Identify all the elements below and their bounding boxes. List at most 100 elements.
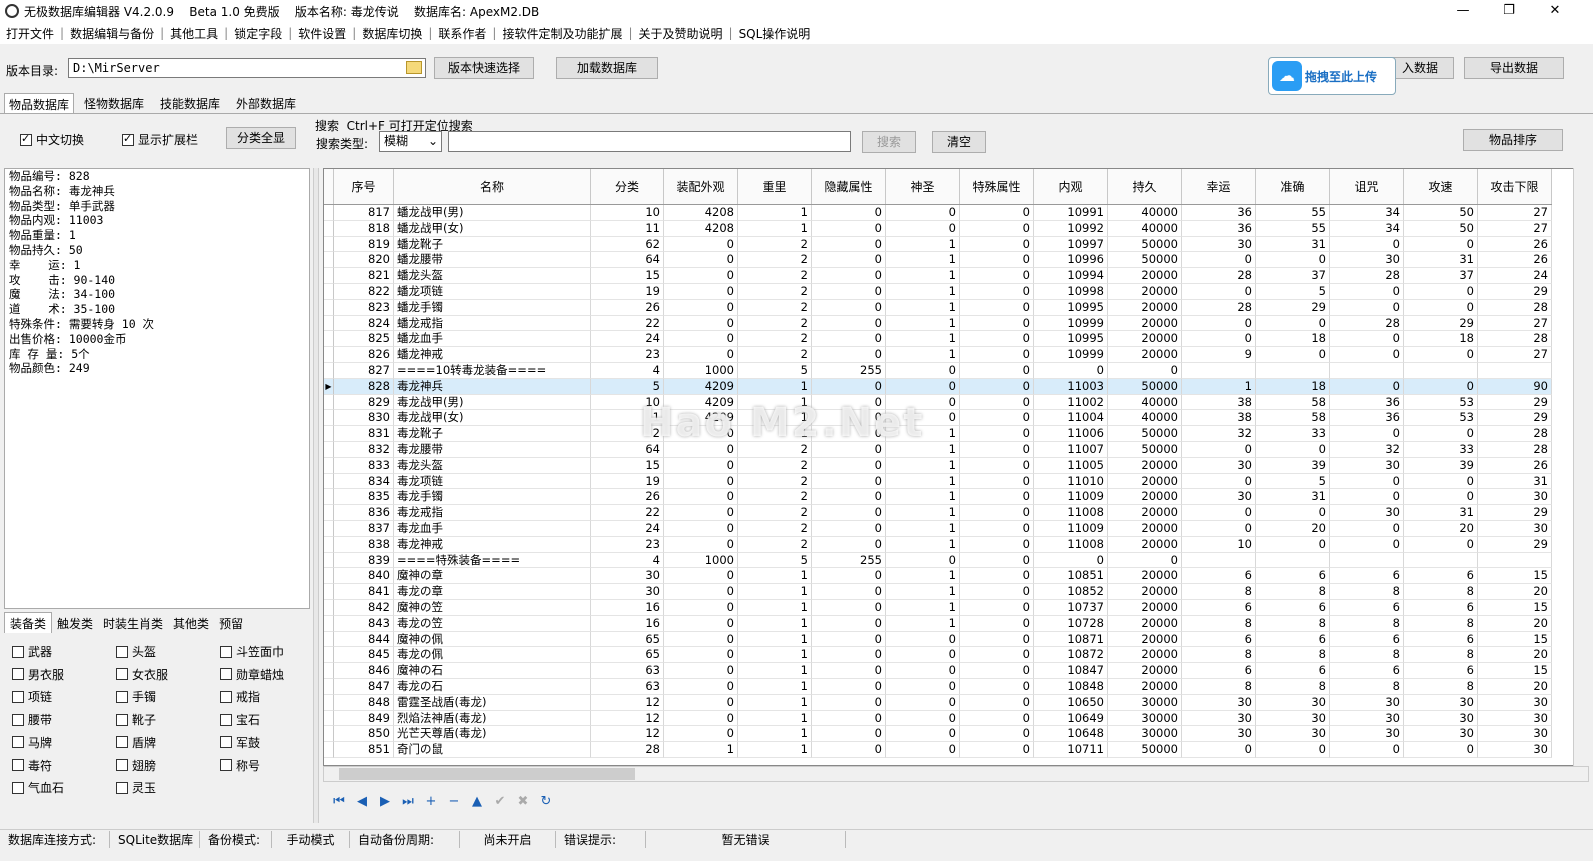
table-row[interactable]: 825 蟠龙血手 24 0 2 0 1 0 10995 20000 0 18 0 18 28 <box>324 331 1552 348</box>
menu-item[interactable]: 关于及赞助说明 <box>633 25 729 42</box>
category-checkbox[interactable]: 戒指 <box>220 688 260 705</box>
horizontal-scroll-thumb[interactable] <box>339 768 635 780</box>
table-row[interactable]: 822 蟠龙项链 19 0 2 0 1 0 10998 20000 0 5 0 0 29 <box>324 284 1552 300</box>
menu-item[interactable]: 锁定字段 <box>228 25 288 42</box>
category-checkbox[interactable]: 斗笠面巾 <box>220 643 284 660</box>
column-header[interactable]: 重里 <box>738 169 812 204</box>
category-checkbox[interactable]: 武器 <box>12 643 52 660</box>
table-row[interactable]: 829 毒龙战甲(男) 10 4209 1 0 0 0 11002 40000 38 58 36 53 29 <box>324 394 1552 411</box>
quick-select-button[interactable]: 版本快速选择 <box>434 57 534 79</box>
column-header[interactable]: 准确 <box>1256 169 1330 204</box>
menu-item[interactable]: 数据库切换 <box>356 25 428 42</box>
column-header[interactable]: 攻速 <box>1404 169 1478 204</box>
column-header[interactable]: 幸运 <box>1182 169 1256 204</box>
delete-icon[interactable]: − <box>445 793 463 811</box>
column-header[interactable]: 分类 <box>591 169 664 204</box>
table-row[interactable]: 821 蟠龙头盔 15 0 2 0 1 0 10994 20000 28 37 28 37 24 <box>324 268 1552 284</box>
table-row[interactable]: 819 蟠龙靴子 62 0 2 0 1 0 10997 50000 30 31 0 0 26 <box>324 236 1552 253</box>
menu-item[interactable]: 其他工具 <box>164 25 224 42</box>
category-checkbox[interactable]: 盾牌 <box>116 734 156 751</box>
category-tab[interactable]: 触发类 <box>52 613 98 634</box>
table-row[interactable]: 835 毒龙手镯 26 0 2 0 1 0 11009 20000 30 31 0 0 30 <box>324 489 1552 506</box>
show-ext-checkbox[interactable]: 显示扩展栏 <box>122 131 198 148</box>
table-row[interactable]: 845 毒龙の佩 65 0 1 0 0 0 10872 20000 8 8 8 8 20 <box>324 647 1552 664</box>
table-row[interactable]: 851 奇门の鼠 28 1 1 0 0 0 10711 50000 0 0 0 0 30 <box>324 742 1552 758</box>
close-button[interactable]: ✕ <box>1532 0 1578 22</box>
column-header[interactable]: 装配外观 <box>664 169 738 204</box>
column-header[interactable]: 诅咒 <box>1330 169 1404 204</box>
table-row[interactable]: 820 蟠龙腰带 64 0 2 0 1 0 10996 50000 0 0 30 31 26 <box>324 252 1552 269</box>
table-row[interactable]: 827 ====10转毒龙装备==== 4 1000 5 255 0 0 0 0 <box>324 363 1552 379</box>
category-checkbox[interactable]: 靴子 <box>116 711 156 728</box>
category-checkbox[interactable]: 毒符 <box>12 757 52 774</box>
upload-widget[interactable]: ☁ 拖拽至此上传 <box>1268 57 1396 95</box>
confirm-icon[interactable]: ✔ <box>491 793 509 811</box>
menu-item[interactable]: 打开文件 <box>0 25 60 42</box>
category-checkbox[interactable]: 翅膀 <box>116 757 156 774</box>
table-row[interactable]: 847 毒龙の石 63 0 1 0 0 0 10848 20000 8 8 8 8 20 <box>324 679 1552 695</box>
table-row[interactable]: 817 蟠龙战甲(男) 10 4208 1 0 0 0 10991 40000 36 55 34 50 27 <box>324 205 1552 221</box>
vertical-scrollbar[interactable] <box>1573 168 1589 766</box>
menu-item[interactable]: 数据编辑与备份 <box>64 25 160 42</box>
tab-external-db[interactable]: 外部数据库 <box>232 93 300 113</box>
table-row[interactable]: 843 毒龙の笠 16 0 1 0 1 0 10728 20000 8 8 8 8 20 <box>324 615 1552 632</box>
table-row[interactable]: 818 蟠龙战甲(女) 11 4208 1 0 0 0 10992 40000 36 55 34 50 27 <box>324 220 1552 237</box>
category-tab[interactable]: 装备类 <box>4 612 53 634</box>
table-row[interactable]: 826 蟠龙神戒 23 0 2 0 1 0 10999 20000 9 0 0 0 27 <box>324 347 1552 363</box>
table-row[interactable]: 840 魔神の章 30 0 1 0 1 0 10851 20000 6 6 6 6 15 <box>324 568 1552 585</box>
category-tab[interactable]: 预留 <box>214 613 248 634</box>
table-row[interactable]: 838 毒龙神戒 23 0 2 0 1 0 11008 20000 10 0 0 0 29 <box>324 536 1552 553</box>
column-header[interactable]: 名称 <box>394 169 591 204</box>
search-type-select[interactable]: 模糊 ⌄ <box>379 131 442 152</box>
edit-icon[interactable]: ▲ <box>468 793 486 811</box>
table-row[interactable]: 832 毒龙腰带 64 0 2 0 1 0 11007 50000 0 0 32 33 28 <box>324 442 1552 458</box>
category-checkbox[interactable]: 马牌 <box>12 734 52 751</box>
export-data-button[interactable]: 导出数据 <box>1464 57 1564 79</box>
table-row[interactable]: 846 魔神の石 63 0 1 0 0 0 10847 20000 6 6 6 6 15 <box>324 663 1552 679</box>
menu-item[interactable]: 接软件定制及功能扩展 <box>496 25 628 42</box>
table-row[interactable]: 839 ====特殊装备==== 4 1000 5 255 0 0 0 0 <box>324 552 1552 569</box>
search-input[interactable] <box>448 131 851 152</box>
next-icon[interactable]: ▶ <box>376 793 394 811</box>
table-row[interactable]: 833 毒龙头盔 15 0 2 0 1 0 11005 20000 30 39 30 39 26 <box>324 457 1552 474</box>
category-checkbox[interactable]: 勋章蜡烛 <box>220 666 284 683</box>
import-data-button[interactable]: 入数据 <box>1386 57 1454 79</box>
category-checkbox[interactable]: 男衣服 <box>12 666 64 683</box>
add-icon[interactable]: + <box>422 793 440 811</box>
tab-items-db[interactable]: 物品数据库 <box>4 93 75 113</box>
tab-skill-db[interactable]: 技能数据库 <box>156 93 224 113</box>
category-checkbox[interactable]: 宝石 <box>220 711 260 728</box>
table-row[interactable]: ▶ 828 毒龙神兵 5 4209 1 0 0 0 11003 50000 1 18 0 0 90 <box>324 378 1552 395</box>
minimize-button[interactable]: — <box>1440 0 1486 22</box>
tab-monster-db[interactable]: 怪物数据库 <box>80 93 148 113</box>
sort-items-button[interactable]: 物品排序 <box>1463 129 1563 151</box>
category-checkbox[interactable]: 腰带 <box>12 711 52 728</box>
menu-item[interactable]: 软件设置 <box>292 25 352 42</box>
table-row[interactable]: 836 毒龙戒指 22 0 2 0 1 0 11008 20000 0 0 30 31 29 <box>324 505 1552 521</box>
prev-icon[interactable]: ◀ <box>353 793 371 811</box>
show-all-button[interactable]: 分类全显 <box>226 127 296 149</box>
table-row[interactable]: 830 毒龙战甲(女) 1 4209 1 0 0 0 11004 40000 38 58 36 53 29 <box>324 410 1552 427</box>
table-row[interactable]: 849 烈焰法神盾(毒龙) 12 0 1 0 0 0 10649 30000 30 30 30 30 30 <box>324 710 1552 727</box>
table-row[interactable]: 823 蟠龙手镯 26 0 2 0 1 0 10995 20000 28 29 0 0 28 <box>324 299 1552 316</box>
table-row[interactable]: 841 毒龙の章 30 0 1 0 1 0 10852 20000 8 8 8 8 20 <box>324 584 1552 600</box>
category-checkbox[interactable]: 项链 <box>12 688 52 705</box>
table-row[interactable]: 842 魔神の笠 16 0 1 0 1 0 10737 20000 6 6 6 6 15 <box>324 600 1552 616</box>
panel-splitter[interactable] <box>313 168 319 823</box>
table-row[interactable]: 844 魔神の佩 65 0 1 0 0 0 10871 20000 6 6 6 6 15 <box>324 631 1552 648</box>
category-tab[interactable]: 时装生肖类 <box>98 613 168 634</box>
category-checkbox[interactable]: 灵玉 <box>116 779 156 796</box>
column-header[interactable]: 持久 <box>1108 169 1182 204</box>
cn-switch-checkbox[interactable]: 中文切换 <box>20 131 84 148</box>
clear-button[interactable]: 清空 <box>932 131 986 153</box>
category-checkbox[interactable]: 军鼓 <box>220 734 260 751</box>
column-header[interactable]: 特殊属性 <box>960 169 1034 204</box>
menu-item[interactable]: SQL操作说明 <box>733 25 817 42</box>
refresh-icon[interactable]: ↻ <box>537 793 555 811</box>
cancel-icon[interactable]: ✖ <box>514 793 532 811</box>
category-checkbox[interactable]: 气血石 <box>12 779 64 796</box>
category-checkbox[interactable]: 称号 <box>220 757 260 774</box>
last-icon[interactable]: ⏭ <box>399 793 417 811</box>
table-row[interactable]: 837 毒龙血手 24 0 2 0 1 0 11009 20000 0 20 0 20 30 <box>324 521 1552 537</box>
column-header[interactable]: 隐藏属性 <box>812 169 886 204</box>
